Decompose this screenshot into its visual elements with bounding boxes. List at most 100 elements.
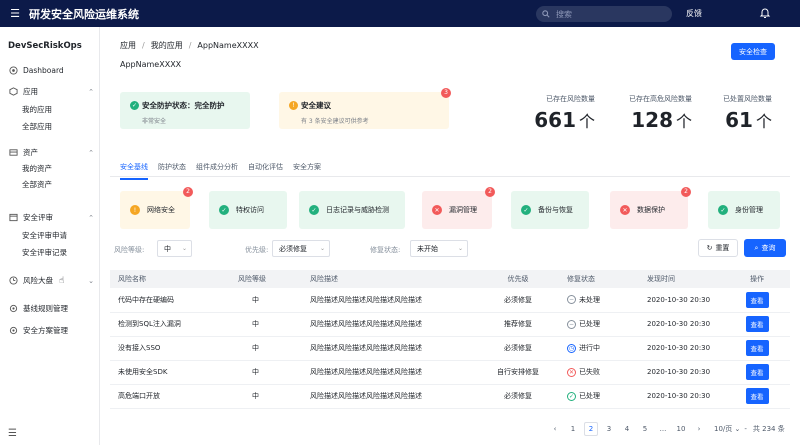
cell-action: 查看 [724,360,790,385]
cell-status: ✕ 已失败 [559,360,639,385]
fix-status-select[interactable]: 未开始 ⌄ [410,240,468,257]
cell-time: 2020-10-30 20:30 [639,336,724,361]
prev-page-button[interactable]: ‹ [548,422,562,436]
collapse-sidebar-icon[interactable]: ☰ [8,428,17,439]
chevron-up-icon[interactable]: ⌃ [88,214,94,222]
reset-button[interactable]: ↻ 重置 [698,239,738,257]
view-button[interactable]: 查看 [745,316,769,332]
cell-desc: 风险描述风险描述风险描述风险描述 [302,360,477,385]
check-circle-icon: ✓ [219,205,229,215]
col-desc: 风险描述 [302,270,477,288]
page-1[interactable]: 1 [566,422,580,436]
cursor-hand-icon: ☝ [59,275,65,286]
total-count: 共 234 条 [752,425,785,433]
tab-plan[interactable]: 安全方案 [293,162,321,180]
sidebar: DevSecRiskOps Dashboard 应用 ⌃ 我的应用 全部应用 资… [0,27,100,445]
search-box[interactable] [536,6,672,22]
sidebar-item-risk-board[interactable]: 风险大盘 ☝ ⌄ [8,275,96,286]
sidebar-item-label: 安全评审 [23,213,53,222]
category-privileged[interactable]: ✓ 特权访问 [209,191,287,229]
stat-value: 661 [534,108,576,132]
view-button[interactable]: 查看 [745,340,769,356]
sidebar-item-my-apps[interactable]: 我的应用 [22,104,52,115]
sidebar-item-plan[interactable]: 安全方案管理 [8,325,96,336]
chevron-down-icon: ⌄ [732,425,741,433]
asset-icon [8,147,19,158]
tab-divider [110,176,790,177]
query-button[interactable]: ⌕ 查询 [744,239,786,257]
category-identity[interactable]: ✓ 身份管理 [708,191,780,229]
tab-bar: 安全基线 防护状态 组件成分分析 自动化评估 安全方案 [120,162,331,180]
page-4[interactable]: 4 [620,422,634,436]
category-label: 漏洞管理 [449,206,477,214]
pagination: ‹ 1 2 3 4 5 ... 10 › 10/页 ⌄ - 共 234 条 [548,422,785,436]
sidebar-item-review[interactable]: 安全评审 ⌃ [8,212,96,223]
tab-protection[interactable]: 防护状态 [158,162,186,180]
stat-value: 128 [631,108,673,132]
risk-level-select[interactable]: 中 ⌄ [157,240,192,257]
breadcrumb-current: AppNameXXXX [197,41,259,50]
chevron-up-icon[interactable]: ⌃ [88,88,94,96]
menu-icon[interactable]: ☰ [4,7,26,20]
stat-unit: 个 [755,112,772,131]
category-logging[interactable]: ✓ 日志记录与威胁检测 [299,191,405,229]
page-10[interactable]: 10 [674,422,688,436]
feedback-link[interactable]: 反馈 [686,8,702,19]
page-3[interactable]: 3 [602,422,616,436]
breadcrumb-my-apps[interactable]: 我的应用 [151,41,183,50]
dashboard-icon [8,65,19,76]
cell-name: 检测到SQL注入漏洞 [110,312,230,337]
bell-icon[interactable] [759,7,771,19]
reset-label: 重置 [715,244,730,252]
view-button[interactable]: 查看 [745,291,769,308]
cell-desc: 风险描述风险描述风险描述风险描述 [302,312,477,337]
page-2[interactable]: 2 [584,422,598,436]
risk-icon [8,275,19,286]
view-button[interactable]: 查看 [745,364,769,380]
view-button[interactable]: 查看 [745,388,769,404]
tab-sca[interactable]: 组件成分分析 [196,162,238,180]
sidebar-item-dashboard[interactable]: Dashboard [8,65,96,76]
chevron-down-icon: ⌄ [457,245,463,252]
chevron-up-icon[interactable]: ⌃ [88,149,94,157]
sidebar-item-review-records[interactable]: 安全评审记录 [22,247,67,258]
sidebar-item-baseline[interactable]: 基线规则管理 [8,303,96,314]
status-text: 已处理 [579,320,600,328]
sidebar-item-my-assets[interactable]: 我的资产 [22,163,52,174]
chevron-down-icon: ⌄ [319,245,325,252]
chevron-down-icon[interactable]: ⌄ [88,277,94,285]
check-circle-icon: ✓ [718,205,728,215]
category-backup[interactable]: ✓ 备份与恢复 [511,191,589,229]
advice-card-title: 安全建议 [301,101,331,110]
sidebar-item-label: 资产 [23,148,38,157]
sidebar-item-assets[interactable]: 资产 ⌃ [8,147,96,158]
sidebar-item-all-assets[interactable]: 全部资产 [22,179,52,190]
security-check-button[interactable]: 安全检查 [731,43,775,60]
check-circle-icon: ✓ [130,101,139,110]
search-icon: ⌕ [754,243,759,252]
category-data-protect[interactable]: ✕ 数据保护 2 [610,187,691,229]
page-size-value: 10/页 [714,425,733,433]
sidebar-item-app[interactable]: 应用 ⌃ [8,86,96,97]
sidebar-item-review-apply[interactable]: 安全评审申请 [22,230,67,241]
select-value: 中 [164,244,171,253]
category-vuln[interactable]: ✕ 漏洞管理 2 [422,187,495,229]
cell-desc: 风险描述风险描述风险描述风险描述 [302,384,477,409]
search-input[interactable] [556,9,656,19]
category-network[interactable]: ! 网络安全 2 [120,187,193,229]
sidebar-item-all-apps[interactable]: 全部应用 [22,121,52,132]
cell-level: 中 [230,336,302,361]
check-circle-icon: ✓ [567,391,576,401]
breadcrumb-app[interactable]: 应用 [120,41,136,50]
tab-baseline[interactable]: 安全基线 [120,162,148,180]
page-5[interactable]: 5 [638,422,652,436]
priority-select[interactable]: 必须修复 ⌄ [272,240,330,257]
advice-card[interactable]: ! 安全建议 有 3 条安全建议可供参考 3 [279,88,451,129]
tab-auto-eval[interactable]: 自动化评估 [248,162,283,180]
page-size-select[interactable]: 10/页 ⌄ [714,424,740,434]
status-text: 未处理 [579,295,600,304]
cell-priority: 推荐修复 [477,312,559,337]
sidebar-item-label: 应用 [23,87,38,96]
next-page-button[interactable]: › [692,422,706,436]
stat-unit: 个 [578,112,595,131]
